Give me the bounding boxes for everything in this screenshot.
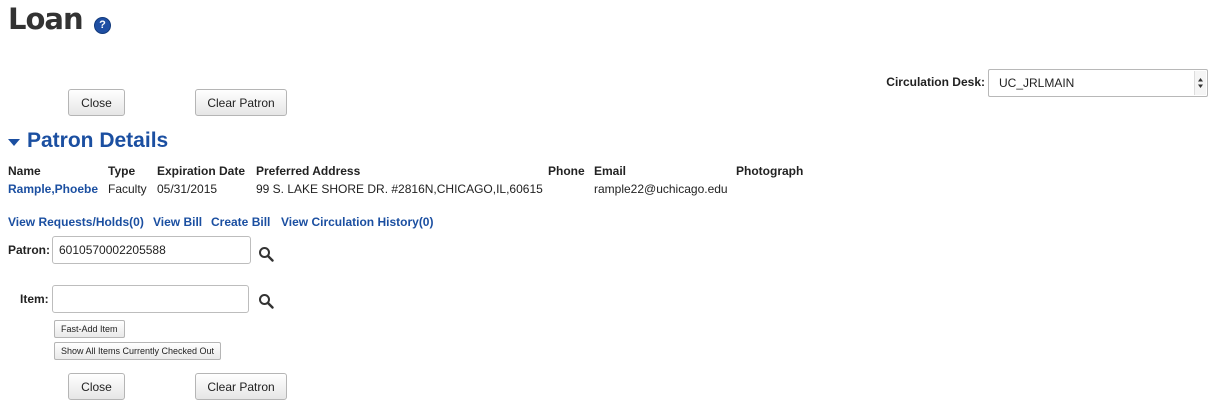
dropdown-arrow-icon xyxy=(1194,71,1206,95)
close-button-bottom[interactable]: Close xyxy=(68,373,125,400)
column-header-name: Name xyxy=(8,164,41,178)
view-circulation-history-link[interactable]: View Circulation History(0) xyxy=(281,215,433,229)
section-title: Patron Details xyxy=(27,129,169,152)
help-icon[interactable]: ? xyxy=(94,17,111,34)
item-input[interactable] xyxy=(52,285,249,313)
patron-details-toggle[interactable]: Patron Details xyxy=(8,129,168,153)
column-header-photograph: Photograph xyxy=(736,164,804,178)
fast-add-item-button[interactable]: Fast-Add Item xyxy=(54,320,125,338)
circulation-desk-select[interactable]: UC_JRLMAIN xyxy=(988,69,1208,97)
view-requests-link[interactable]: View Requests/Holds(0) xyxy=(8,215,144,229)
column-header-address: Preferred Address xyxy=(256,164,361,178)
page-title: Loan xyxy=(8,2,84,36)
column-header-email: Email xyxy=(594,164,627,178)
patron-input[interactable]: 6010570002205588 xyxy=(52,236,251,264)
close-button-top[interactable]: Close xyxy=(68,89,125,116)
patron-label: Patron: xyxy=(8,243,50,257)
triangle-down-icon xyxy=(8,138,20,146)
circulation-desk-value: UC_JRLMAIN xyxy=(999,76,1075,90)
patron-address: 99 S. LAKE SHORE DR. #2816N,CHICAGO,IL,6… xyxy=(256,182,543,196)
create-bill-link[interactable]: Create Bill xyxy=(211,215,270,229)
patron-expiration-date: 05/31/2015 xyxy=(157,182,218,196)
patron-name-link[interactable]: Rample,Phoebe xyxy=(8,182,98,196)
search-icon[interactable] xyxy=(258,293,274,312)
clear-patron-button-bottom[interactable]: Clear Patron xyxy=(195,373,287,400)
column-header-phone: Phone xyxy=(548,164,585,178)
patron-email: rample22@uchicago.edu xyxy=(594,182,728,196)
clear-patron-button-top[interactable]: Clear Patron xyxy=(195,89,287,116)
item-label: Item: xyxy=(20,292,49,306)
show-all-checked-out-button[interactable]: Show All Items Currently Checked Out xyxy=(54,342,222,360)
view-bill-link[interactable]: View Bill xyxy=(153,215,202,229)
search-icon[interactable] xyxy=(258,246,274,265)
patron-type: Faculty xyxy=(108,182,147,196)
column-header-type: Type xyxy=(108,164,136,178)
circulation-desk-label: Circulation Desk: xyxy=(886,75,985,89)
column-header-expiration: Expiration Date xyxy=(157,164,246,178)
